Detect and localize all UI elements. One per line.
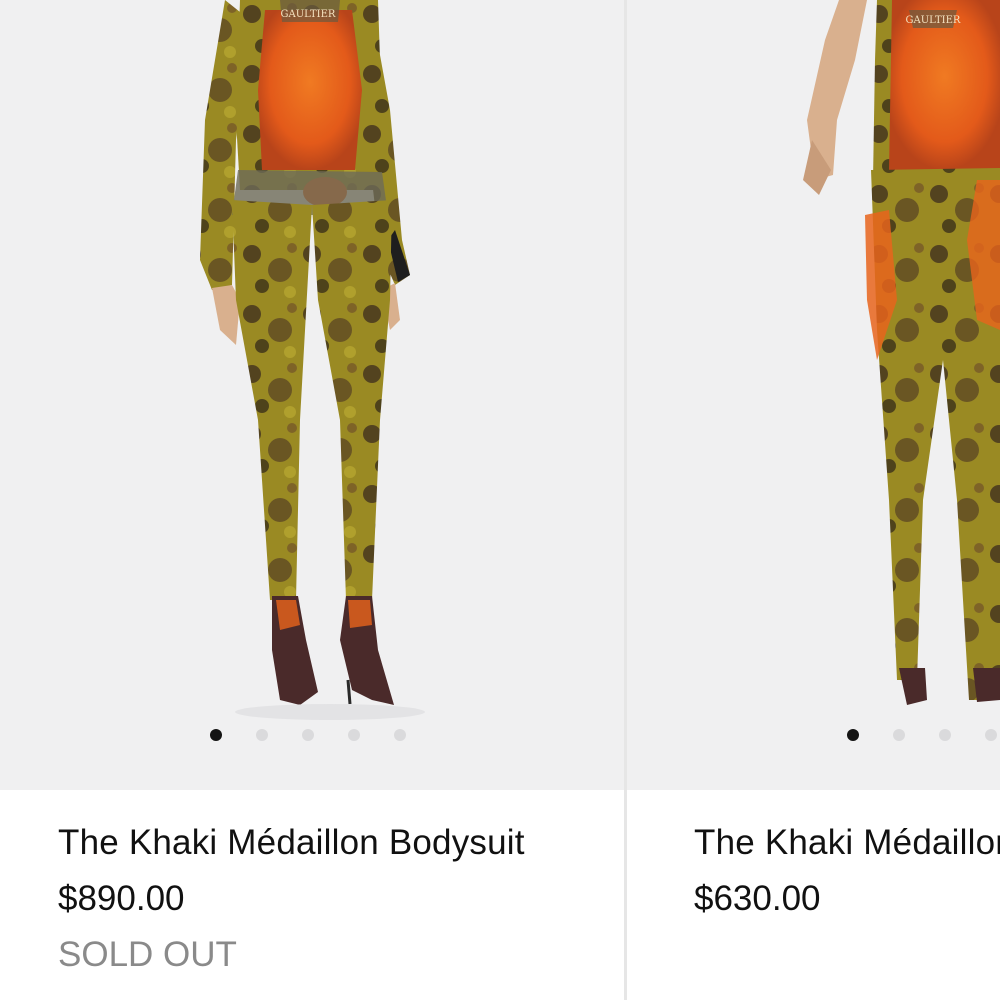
product-title[interactable]: The Khaki Médaillon Bodysuit [58, 823, 525, 863]
product-image[interactable]: GAULTIER [627, 0, 1000, 790]
carousel-dot[interactable] [210, 729, 222, 741]
carousel-dot[interactable] [256, 729, 268, 741]
carousel-dot[interactable] [394, 729, 406, 741]
product-card[interactable]: GAULTIER The Khaki Médaillon Pants $630.… [627, 0, 1000, 1000]
carousel-dot[interactable] [348, 729, 360, 741]
product-card[interactable]: GAULTIER The Khaki Médaillon Bodysuit $8… [0, 0, 624, 1000]
product-grid: GAULTIER The Khaki Médaillon Bodysuit $8… [0, 0, 1000, 1000]
sold-out-label: SOLD OUT [58, 935, 237, 974]
svg-text:GAULTIER: GAULTIER [906, 15, 961, 26]
carousel-dots [847, 727, 1000, 743]
carousel-dot[interactable] [985, 729, 997, 741]
carousel-dot[interactable] [302, 729, 314, 741]
product-title[interactable]: The Khaki Médaillon Pants [694, 823, 1000, 863]
bodysuit-illustration: GAULTIER [200, 0, 425, 720]
carousel-dot[interactable] [939, 729, 951, 741]
pants-illustration: GAULTIER [803, 0, 1000, 705]
product-price: $630.00 [694, 879, 821, 918]
carousel-dot[interactable] [893, 729, 905, 741]
carousel-dot[interactable] [847, 729, 859, 741]
product-price: $890.00 [58, 879, 185, 918]
carousel-dots [210, 727, 406, 743]
svg-text:GAULTIER: GAULTIER [281, 9, 336, 20]
product-image[interactable]: GAULTIER [0, 0, 624, 790]
